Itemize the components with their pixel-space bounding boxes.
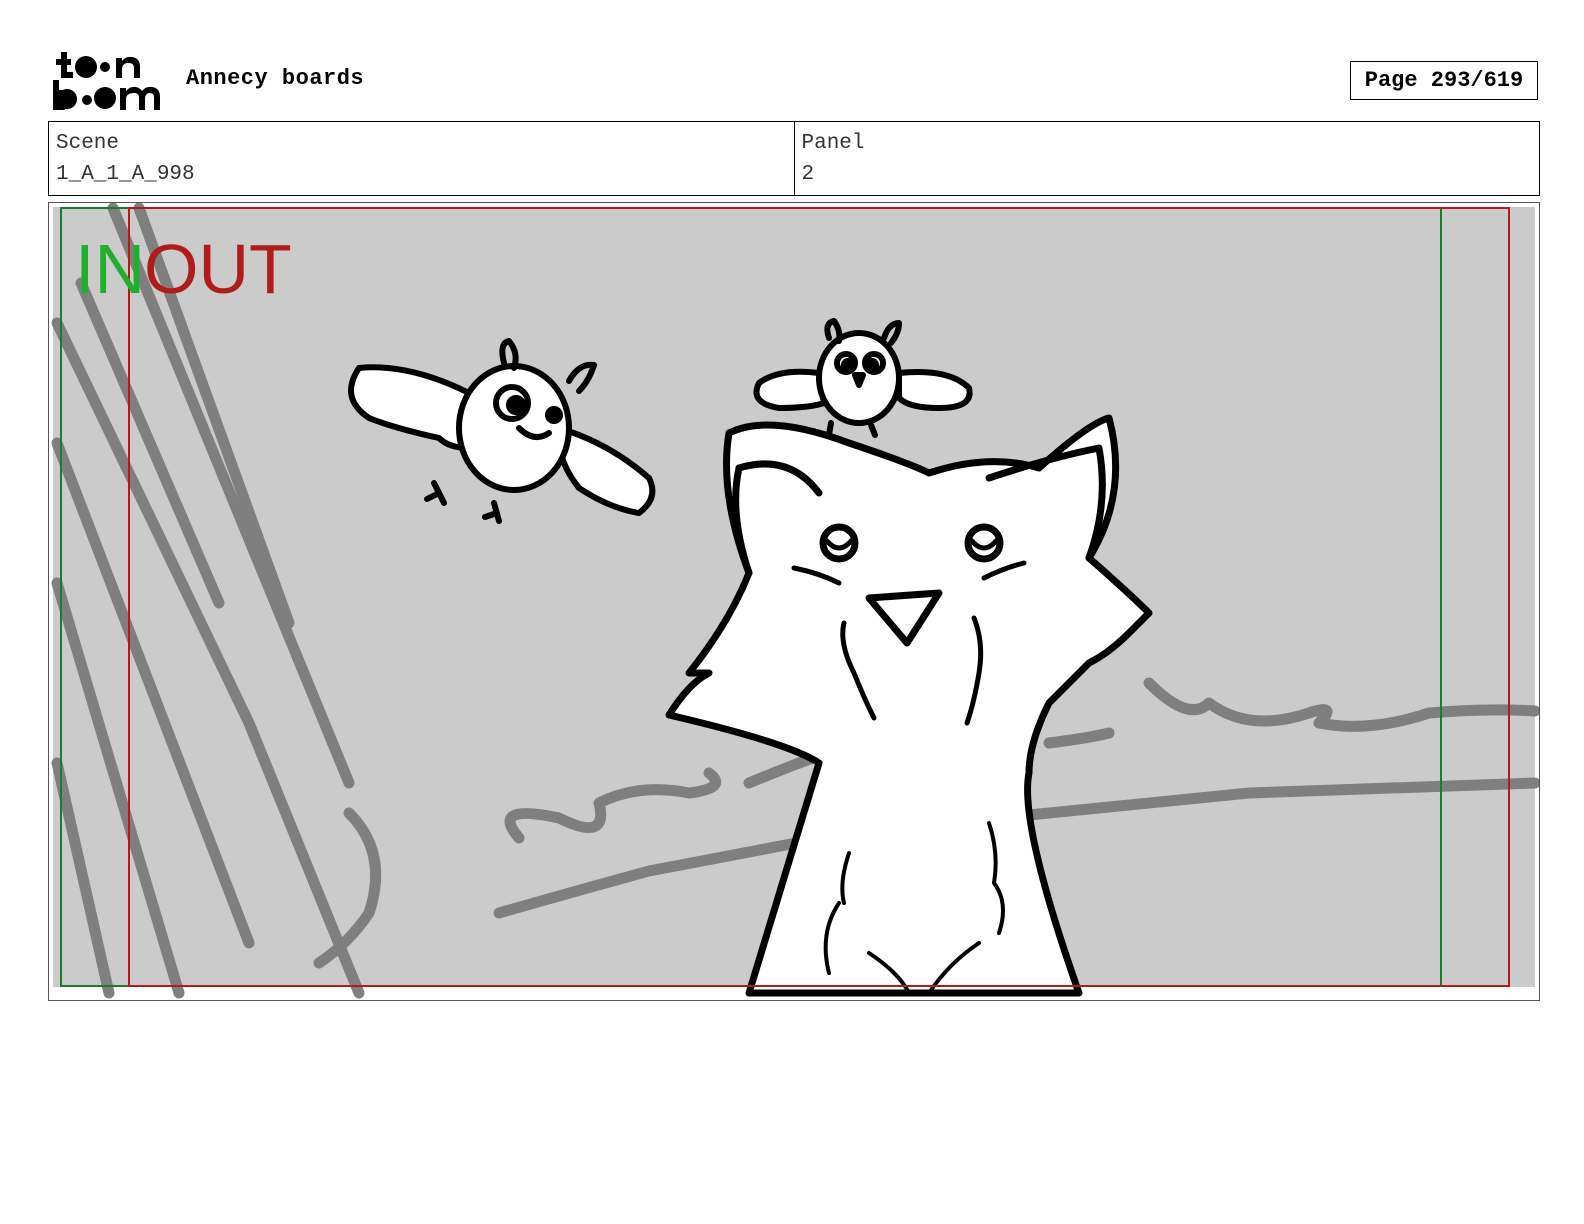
page-indicator: Page 293/619 [1350, 61, 1538, 100]
panel-label: Panel [801, 132, 865, 155]
storyboard-panel: IN OUT [48, 202, 1540, 1001]
panel-cell: Panel 2 [793, 122, 1540, 195]
document-title: Annecy boards [186, 66, 365, 91]
out-label: OUT [144, 230, 292, 308]
storyboard-drawing: IN OUT [51, 203, 1539, 999]
in-label: IN [75, 230, 145, 308]
toon-boom-logo [53, 52, 160, 110]
scene-label: Scene [56, 132, 120, 155]
scene-value: 1_A_1_A_998 [56, 163, 195, 186]
scene-cell: Scene 1_A_1_A_998 [49, 122, 794, 195]
scene-panel-table: Scene 1_A_1_A_998 Panel 2 [48, 121, 1540, 196]
panel-value: 2 [801, 163, 815, 186]
